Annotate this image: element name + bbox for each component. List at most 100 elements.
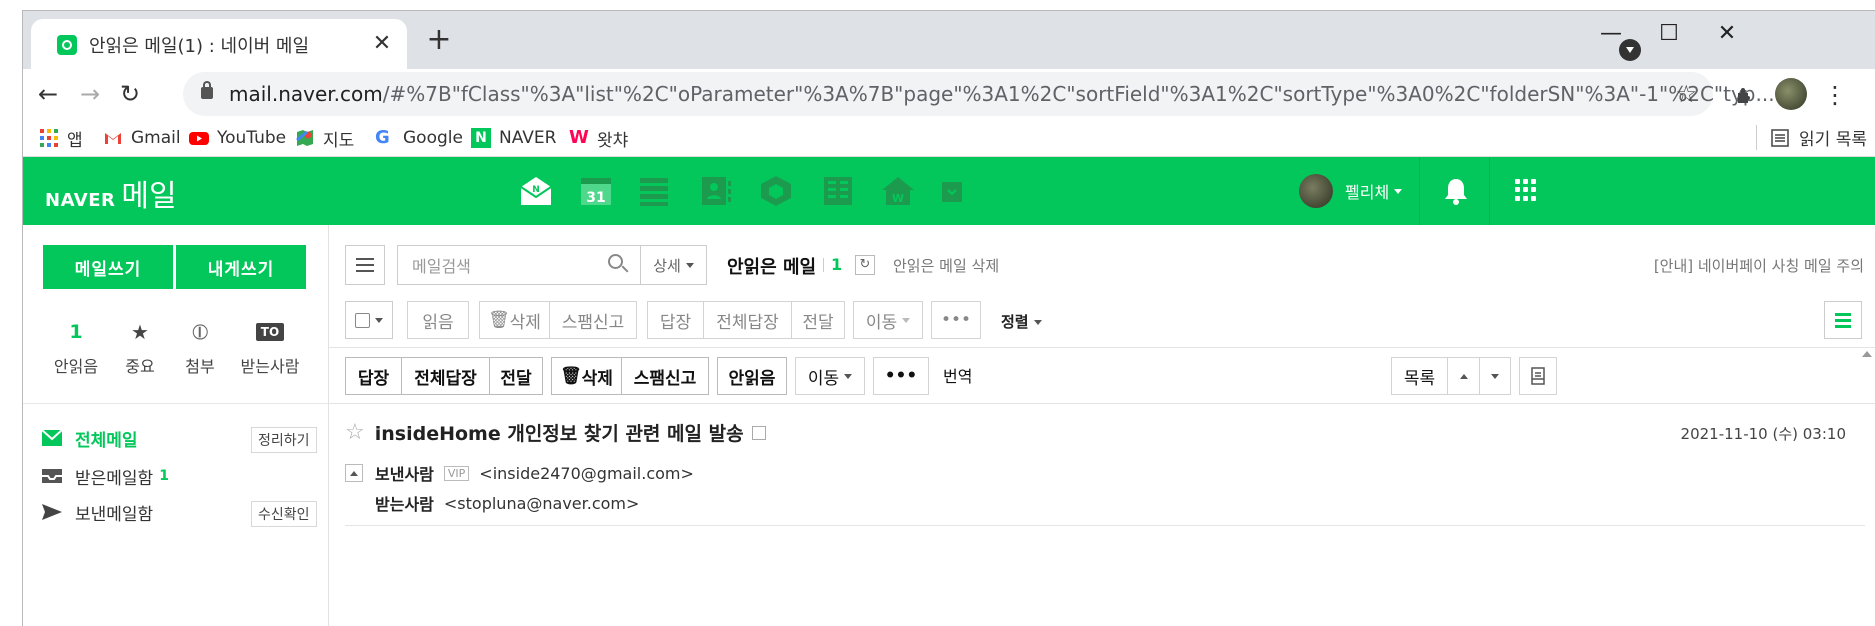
- works-app-icon[interactable]: W: [881, 175, 915, 207]
- write-to-self-button[interactable]: 내게쓰기: [176, 245, 306, 289]
- header-divider: [1419, 157, 1420, 225]
- todo-list-app-icon[interactable]: [637, 175, 671, 207]
- viewer-reply-all-button[interactable]: 전체답장: [401, 357, 489, 395]
- search-detail-dropdown[interactable]: 상세: [640, 246, 706, 284]
- more-actions-button[interactable]: •••: [931, 301, 981, 339]
- folder-sent[interactable]: 보낸메일함: [41, 499, 153, 525]
- apps-menu-icon[interactable]: [1515, 179, 1537, 201]
- bookmark-star-icon[interactable]: ☆: [1675, 80, 1697, 108]
- bookmark-apps[interactable]: 앱: [39, 125, 83, 151]
- scroll-up-icon[interactable]: [1862, 351, 1872, 357]
- bookmark-label: YouTube: [217, 128, 287, 148]
- bookmark-label: NAVER: [499, 128, 557, 148]
- bookmark-google[interactable]: G Google: [375, 125, 463, 151]
- viewer-forward-button[interactable]: 전달: [489, 357, 543, 395]
- delete-unread-link[interactable]: 안읽은 메일 삭제: [893, 255, 999, 276]
- folder-menu-icon[interactable]: [345, 245, 385, 285]
- read-receipt-button[interactable]: 수신확인: [251, 501, 317, 527]
- reply-all-button[interactable]: 전체답장: [703, 301, 791, 339]
- profile-avatar[interactable]: [1775, 78, 1807, 110]
- print-button[interactable]: [1519, 357, 1557, 395]
- receiver-address[interactable]: <stopluna@naver.com>: [444, 494, 640, 513]
- list-count: 1: [831, 255, 843, 274]
- header-divider: [1489, 157, 1490, 225]
- previous-mail-button[interactable]: [1447, 357, 1479, 395]
- username: 펠리체: [1345, 183, 1390, 202]
- mail-app-icon[interactable]: N: [519, 175, 553, 207]
- lock-icon: [201, 81, 213, 99]
- notice-link[interactable]: [안내] 네이버페이 사칭 메일 주의: [1654, 255, 1864, 276]
- organize-button[interactable]: 정리하기: [251, 427, 317, 453]
- maximize-button[interactable]: ☐: [1649, 19, 1689, 49]
- bookmark-gmail[interactable]: Gmail: [103, 125, 181, 151]
- chevron-down-icon: [1033, 320, 1042, 325]
- translate-button[interactable]: 번역: [943, 363, 972, 387]
- close-window-button[interactable]: ✕: [1707, 19, 1747, 49]
- tab-naver-mail[interactable]: 안읽은 메일(1) : 네이버 메일 ✕: [31, 19, 407, 69]
- forward-button[interactable]: 전달: [791, 301, 845, 339]
- sort-dropdown[interactable]: 정렬: [1001, 311, 1042, 332]
- reload-button[interactable]: ↻: [115, 79, 145, 109]
- unread-count: 1: [69, 321, 83, 343]
- paper-plane-icon: [42, 504, 62, 520]
- bookmark-watcha[interactable]: W 왓챠: [569, 125, 628, 151]
- viewer-delete-button[interactable]: 🗑 삭제: [551, 357, 621, 395]
- reading-list-button[interactable]: 읽기 목록: [1756, 125, 1867, 150]
- bookmark-label: 왓챠: [597, 130, 629, 151]
- quick-filter-attachment[interactable]: ⦶ 첨부: [165, 319, 235, 377]
- more-apps-icon[interactable]: [941, 181, 963, 203]
- select-all-checkbox[interactable]: [345, 301, 393, 339]
- naver-mail-logo[interactable]: NAVER 메일: [45, 171, 177, 215]
- quick-filter-unread[interactable]: 1 안읽음: [41, 319, 111, 377]
- toolbar-divider: [329, 347, 1875, 348]
- folder-all-mail[interactable]: 전체메일: [41, 425, 138, 451]
- notification-bell-icon[interactable]: [1443, 177, 1469, 205]
- mybox-app-icon[interactable]: [759, 175, 793, 207]
- search-input[interactable]: 메일검색: [398, 253, 608, 277]
- back-button[interactable]: ←: [33, 79, 63, 109]
- bookmark-naver[interactable]: N NAVER: [471, 125, 556, 151]
- folder-inbox[interactable]: 받은메일함 1: [41, 463, 169, 489]
- viewer-reply-button[interactable]: 답장: [345, 357, 401, 395]
- new-tab-button[interactable]: +: [423, 25, 455, 57]
- address-bar[interactable]: mail.naver.com/#%7B"fClass"%3A"list"%2C"…: [183, 72, 1775, 116]
- user-menu[interactable]: 펠리체: [1299, 173, 1403, 209]
- open-new-window-icon[interactable]: [751, 425, 766, 440]
- calendar-app-icon[interactable]: 31: [579, 175, 613, 207]
- minimize-button[interactable]: —: [1591, 19, 1631, 49]
- next-mail-button[interactable]: [1479, 357, 1511, 395]
- vip-badge[interactable]: VIP: [443, 465, 470, 481]
- move-dropdown[interactable]: 이동: [853, 301, 923, 339]
- quick-filter-label: 첨부: [185, 357, 215, 376]
- paperclip-icon: ⦶: [192, 319, 208, 345]
- quick-filter-to-me[interactable]: TO 받는사람: [235, 319, 305, 377]
- star-toggle-icon[interactable]: ☆: [345, 420, 365, 445]
- mark-read-button[interactable]: 읽음: [407, 301, 469, 339]
- list-view-toggle-icon[interactable]: [1824, 301, 1862, 339]
- receiver-row: 받는사람 <stopluna@naver.com>: [375, 491, 639, 515]
- chrome-menu-icon[interactable]: ⋮: [1823, 81, 1847, 109]
- bookmark-maps[interactable]: 지도: [295, 125, 354, 151]
- contacts-app-icon[interactable]: [699, 175, 733, 207]
- mark-unread-button[interactable]: 안읽음: [717, 357, 787, 395]
- viewer-spam-button[interactable]: 스팸신고: [621, 357, 709, 395]
- refresh-icon[interactable]: ↻: [855, 255, 875, 275]
- extensions-icon[interactable]: [1735, 85, 1755, 105]
- write-mail-button[interactable]: 메일쓰기: [43, 245, 173, 289]
- trash-icon: 🗑: [560, 366, 582, 386]
- svg-text:W: W: [892, 192, 904, 205]
- viewer-move-dropdown[interactable]: 이동: [795, 357, 865, 395]
- note-app-icon[interactable]: [821, 175, 855, 207]
- chevron-down-icon: [685, 262, 694, 268]
- forward-button[interactable]: →: [75, 79, 105, 109]
- search-icon[interactable]: [608, 254, 630, 276]
- collapse-header-button[interactable]: [345, 464, 363, 482]
- reply-button[interactable]: 답장: [647, 301, 703, 339]
- sender-address[interactable]: <inside2470@gmail.com>: [479, 464, 694, 483]
- viewer-more-button[interactable]: •••: [873, 357, 929, 395]
- close-tab-icon[interactable]: ✕: [369, 31, 395, 57]
- spam-button[interactable]: 스팸신고: [549, 301, 637, 339]
- delete-button[interactable]: 🗑 삭제: [479, 301, 549, 339]
- bookmark-youtube[interactable]: YouTube: [189, 125, 286, 151]
- back-to-list-button[interactable]: 목록: [1391, 357, 1447, 395]
